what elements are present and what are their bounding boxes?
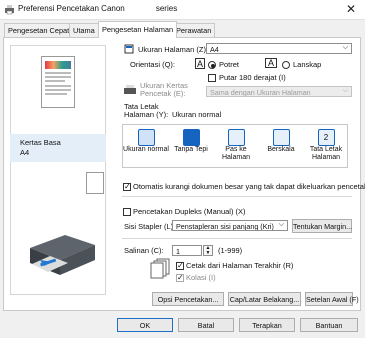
divider <box>122 238 352 239</box>
page-size-icon <box>124 44 134 54</box>
print-options-button[interactable]: Opsi Pencetakan... <box>152 292 224 306</box>
paper-type-label: Kertas Basa <box>20 138 61 147</box>
scaled-icon <box>272 129 290 146</box>
layout-item-label: Berskala <box>267 146 295 153</box>
apply-button[interactable]: Terapkan <box>239 318 295 332</box>
page-preview <box>41 56 75 108</box>
page-size-label: Ukuran Halaman (Z): <box>138 45 209 54</box>
layout-item-label: Pas ke Halaman <box>221 146 250 161</box>
layout-item-label: Ukuran normal <box>123 146 169 153</box>
portrait-radio[interactable] <box>208 61 216 69</box>
portrait-label: Potret <box>219 60 240 69</box>
auto-reduce-checkbox[interactable] <box>123 182 131 191</box>
defaults-button[interactable]: Setelan Awal (F) <box>305 292 359 306</box>
paper-size-label: A4 <box>20 148 30 157</box>
divider <box>122 196 352 197</box>
collate-label: Kolasi (I) <box>186 273 216 282</box>
close-icon[interactable]: ✕ <box>346 2 356 16</box>
page-layout-icon: 2 <box>317 129 335 146</box>
portrait-icon: A <box>195 58 205 69</box>
printer-illustration <box>30 235 95 275</box>
cancel-button[interactable]: Batal <box>178 318 234 332</box>
last-page-checkbox[interactable] <box>176 261 184 270</box>
preview-banner <box>45 61 71 69</box>
fit-to-page-icon <box>227 129 245 146</box>
rotate-180-checkbox[interactable] <box>208 74 216 82</box>
output-page-icon <box>86 172 104 194</box>
collate-checkbox[interactable] <box>176 273 184 282</box>
tab-main[interactable]: Utama <box>69 23 99 37</box>
stapling-label: Sisi Stapler (L): <box>124 222 176 231</box>
landscape-radio[interactable] <box>282 61 290 69</box>
printer-paper-label: Ukuran Kertas Pencetak (E): <box>140 81 188 98</box>
stapling-value: Penstapleran sisi panjang (Kri) <box>176 222 274 231</box>
chevron-down-icon: ⌵ <box>342 87 348 94</box>
printer-icon <box>5 5 14 15</box>
layout-current: Ukuran normal <box>172 110 222 119</box>
title-bar: Preferensi Pencetakan Canon series ✕ <box>0 0 365 20</box>
copies-range: (1-999) <box>218 246 243 255</box>
printer-paper-value: Sama dengan Ukuran Halaman <box>210 88 311 97</box>
layout-item-label: Tata Letak Halaman <box>309 146 343 161</box>
stapling-select[interactable]: Penstapleran sisi panjang (Kri) ⌵ <box>172 220 288 231</box>
ok-button[interactable]: OK <box>117 318 173 332</box>
layout-item-fit-to-page[interactable]: Pas ke Halaman <box>213 129 259 169</box>
copies-stack-icon <box>150 258 170 279</box>
copies-label: Salinan (C): <box>124 246 164 255</box>
window-title: Preferensi Pencetakan Canon series <box>18 4 178 13</box>
last-page-label: Cetak dari Halaman Terakhir (R) <box>186 261 294 270</box>
layout-item-label: Tanpa Tepi <box>174 146 208 153</box>
help-button[interactable]: Bantuan <box>300 318 358 332</box>
landscape-label: Lanskap <box>293 60 322 69</box>
copies-input[interactable]: 1 <box>172 245 202 256</box>
layout-item-page-layout[interactable]: 2 Tata Letak Halaman <box>303 129 349 169</box>
page-size-select[interactable]: A4 ⌵ <box>206 43 352 54</box>
tab-quick-setup[interactable]: Pengesetan Cepat <box>4 23 74 37</box>
tab-maintenance[interactable]: Perawatan <box>172 23 216 37</box>
layout-label: Tata Letak Halaman (Y): <box>124 102 169 119</box>
duplex-checkbox[interactable] <box>123 208 131 216</box>
normal-size-icon <box>137 129 155 146</box>
rotate-180-label: Putar 180 derajat (I) <box>219 73 286 82</box>
printer-paper-icon <box>124 85 136 94</box>
stamp-background-button[interactable]: Cap/Latar Belakang... <box>228 292 301 306</box>
printer-paper-select[interactable]: Sama dengan Ukuran Halaman ⌵ <box>206 86 352 97</box>
layout-list: Ukuran normal Tanpa Tepi Pas ke Halaman … <box>122 124 348 168</box>
margin-button[interactable]: Tentukan Margin... <box>292 219 352 233</box>
orientation-label: Orientasi (Q): <box>130 60 176 69</box>
copies-spinner[interactable]: ▲ ▼ <box>203 245 213 256</box>
duplex-label: Pencetakan Dupleks (Manual) (X) <box>133 207 246 216</box>
copies-value: 1 <box>176 247 180 256</box>
chevron-down-icon: ⌵ <box>278 221 284 228</box>
landscape-icon: A <box>265 58 277 68</box>
chevron-down-icon: ⌵ <box>342 44 348 51</box>
layout-item-borderless[interactable]: Tanpa Tepi <box>168 129 214 169</box>
layout-item-scaled[interactable]: Berskala <box>258 129 304 169</box>
layout-item-normal[interactable]: Ukuran normal <box>123 129 169 169</box>
tab-page-setup[interactable]: Pengesetan Halaman <box>98 21 178 38</box>
auto-reduce-label: Otomatis kurangi dokumen besar yang tak … <box>133 182 365 191</box>
borderless-icon <box>182 129 200 146</box>
page-size-value: A4 <box>210 45 219 54</box>
